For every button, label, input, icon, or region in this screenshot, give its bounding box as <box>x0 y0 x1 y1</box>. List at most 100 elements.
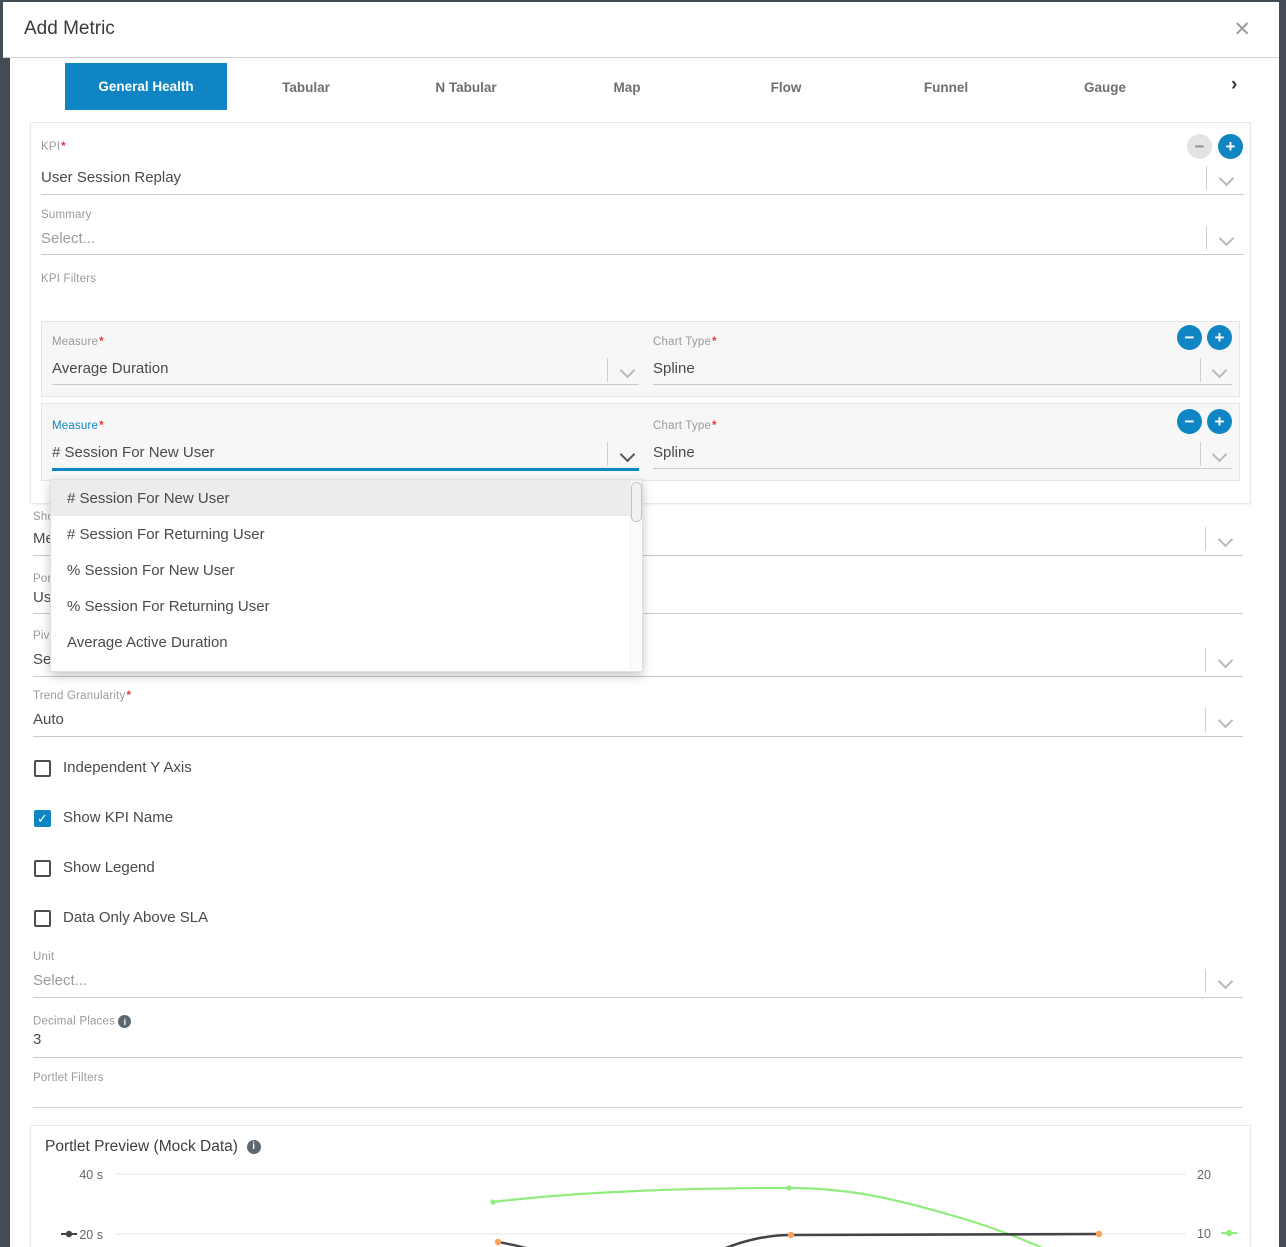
kpi-chevron-down-icon[interactable] <box>1219 171 1235 187</box>
unit-label: Unit <box>33 951 54 963</box>
dropdown-option[interactable]: % Session For Returning User <box>51 588 642 624</box>
kpi-remove-button[interactable]: − <box>1187 134 1212 159</box>
tab-n-tabular[interactable]: N Tabular <box>435 80 496 95</box>
kpi-value[interactable]: User Session Replay <box>41 169 181 186</box>
measure-remove-button[interactable]: − <box>1177 409 1202 434</box>
unit-underline <box>33 997 1243 998</box>
measure-add-button[interactable]: + <box>1207 409 1232 434</box>
summary-separator <box>1206 226 1207 250</box>
data-only-above-sla-checkbox[interactable] <box>34 910 51 927</box>
portlet-filters-label: Portlet Filters <box>33 1072 104 1084</box>
close-icon[interactable]: ✕ <box>1233 17 1251 42</box>
measure-underline <box>52 384 639 385</box>
clipped-field-3-underline <box>33 676 1243 677</box>
measure-chevron-down-icon[interactable] <box>620 447 636 463</box>
dropdown-option[interactable]: % Session For New User <box>51 552 642 588</box>
tab-general-health[interactable]: General Health <box>65 63 227 110</box>
trend-granularity-value[interactable]: Auto <box>33 711 64 728</box>
measure-label: Measure* <box>52 420 104 432</box>
measure-row-2: Measure* # Session For New User Chart Ty… <box>41 403 1240 481</box>
trend-granularity-underline <box>33 736 1243 737</box>
series-point-marker <box>788 1232 794 1238</box>
decimal-places-value[interactable]: 3 <box>33 1031 41 1048</box>
chart-type-chevron-down-icon[interactable] <box>1212 447 1228 463</box>
chart-type-chevron-down-icon[interactable] <box>1212 363 1228 379</box>
trend-granularity-label: Trend Granularity* <box>33 690 131 702</box>
chart-type-underline <box>653 468 1232 469</box>
measure-add-button[interactable]: + <box>1207 325 1232 350</box>
required-asterisk: * <box>99 420 104 432</box>
chart-type-label: Chart Type* <box>653 420 717 432</box>
left-axis-tick-20s: 20 s <box>79 1228 103 1242</box>
right-axis-series-marker-icon <box>1221 1230 1237 1236</box>
measure-row-1: Measure* Average Duration Chart Type* Sp… <box>41 321 1240 397</box>
required-asterisk: * <box>126 690 131 702</box>
decimal-places-underline <box>33 1057 1243 1058</box>
tab-map[interactable]: Map <box>614 80 641 95</box>
dropdown-option[interactable]: # Session For New User <box>51 480 642 516</box>
measure-chevron-down-icon[interactable] <box>620 363 636 379</box>
clipped-field-1-separator <box>1205 527 1206 551</box>
clipped-field-2-label: Por <box>33 573 52 585</box>
portlet-preview-card: Portlet Preview (Mock Data) i 40 s 20 s … <box>30 1125 1251 1247</box>
required-asterisk: * <box>712 336 717 348</box>
required-asterisk: * <box>61 141 66 153</box>
measure-remove-button[interactable]: − <box>1177 325 1202 350</box>
info-icon[interactable]: i <box>118 1015 131 1028</box>
kpi-card: KPI* User Session Replay − + Summary Sel… <box>30 122 1251 504</box>
independent-y-axis-checkbox[interactable] <box>34 760 51 777</box>
kpi-filters-label: KPI Filters <box>41 273 96 285</box>
summary-select[interactable]: Select... <box>41 230 95 247</box>
measure-underline-focused <box>52 468 639 471</box>
modal-title: Add Metric <box>24 18 115 40</box>
show-legend-checkbox[interactable] <box>34 860 51 877</box>
left-axis-series-marker-icon <box>61 1231 77 1237</box>
measure-separator <box>607 442 608 466</box>
measure-label: Measure* <box>52 336 104 348</box>
summary-label: Summary <box>41 209 92 221</box>
summary-underline <box>41 254 1244 255</box>
required-asterisk: * <box>99 336 104 348</box>
clipped-field-3-label: Piv <box>33 630 50 642</box>
kpi-label: KPI* <box>41 141 66 153</box>
clipped-field-3-value[interactable]: Se <box>33 651 51 668</box>
series-average-duration-line-segment <box>498 1242 548 1247</box>
info-icon[interactable]: i <box>247 1140 261 1154</box>
dropdown-scrollbar[interactable] <box>630 481 641 670</box>
tab-tabular[interactable]: Tabular <box>282 80 330 95</box>
kpi-separator <box>1206 166 1207 190</box>
tab-label: General Health <box>98 79 193 94</box>
chart-type-value[interactable]: Spline <box>653 444 695 461</box>
measure-value[interactable]: Average Duration <box>52 360 168 377</box>
series-point-marker <box>495 1239 501 1245</box>
left-axis-tick-40s: 40 s <box>79 1168 103 1182</box>
tab-flow[interactable]: Flow <box>771 80 802 95</box>
clipped-field-3-separator <box>1205 648 1206 672</box>
measure-dropdown: # Session For New User # Session For Ret… <box>50 479 643 672</box>
dropdown-option[interactable]: # Session For Returning User <box>51 516 642 552</box>
tab-gauge[interactable]: Gauge <box>1084 80 1126 95</box>
kpi-underline <box>41 194 1244 195</box>
kpi-add-button[interactable]: + <box>1218 134 1243 159</box>
series-average-duration-line <box>719 1234 1099 1247</box>
dropdown-option[interactable]: Average Active Duration <box>51 624 642 660</box>
chart-type-value[interactable]: Spline <box>653 360 695 377</box>
independent-y-axis-label: Independent Y Axis <box>63 759 192 776</box>
show-legend-label: Show Legend <box>63 859 155 876</box>
clipped-field-2-value[interactable]: Us <box>33 589 51 606</box>
show-kpi-name-checkbox[interactable]: ✓ <box>34 810 51 827</box>
trend-granularity-separator <box>1205 708 1206 732</box>
dropdown-scrollbar-thumb[interactable] <box>631 482 642 522</box>
unit-separator <box>1205 969 1206 993</box>
modal-overlay: Add Metric ✕ General Health Tabular N Ta… <box>0 0 1286 1247</box>
unit-select[interactable]: Select... <box>33 972 87 989</box>
measure-value[interactable]: # Session For New User <box>52 444 215 461</box>
tab-funnel[interactable]: Funnel <box>924 80 968 95</box>
check-icon: ✓ <box>37 811 48 827</box>
summary-chevron-down-icon[interactable] <box>1219 231 1235 247</box>
chart-type-label: Chart Type* <box>653 336 717 348</box>
required-asterisk: * <box>712 420 717 432</box>
right-axis-tick-20: 20 <box>1197 1168 1211 1182</box>
tab-overflow-icon[interactable]: › <box>1231 74 1237 96</box>
chart-type-separator <box>1200 442 1201 466</box>
